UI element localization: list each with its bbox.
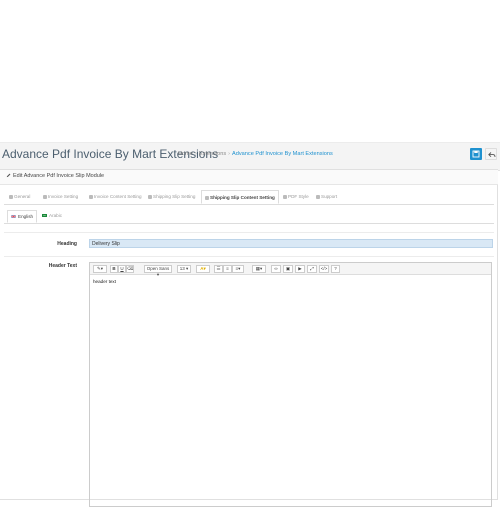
file-icon [43,195,47,199]
rich-text-editor[interactable]: ✎▾ B U ⌫ Open Sans ▾ 13 ▾ A▾ ☰ ≡ ≡▾ ▦▾ ∞… [89,262,492,507]
font-family-dropdown[interactable]: Open Sans ▾ [144,265,172,273]
bold-button[interactable]: B [110,265,118,273]
paragraph-align-icon[interactable]: ≡▾ [232,265,244,273]
save-icon [472,150,480,158]
pdf-icon [283,195,287,199]
uk-flag-icon [11,215,16,218]
code-view-icon[interactable]: </> [319,265,329,273]
font-size-dropdown[interactable]: 13 ▾ [177,265,191,273]
editor-content[interactable]: header text [93,279,116,284]
gear-icon [9,195,13,199]
font-size-value: 13 [180,266,185,271]
tab-general[interactable]: General [9,190,30,203]
breadcrumb: Home›Extensions›Advance Pdf Invoice By M… [178,151,333,157]
pencil-icon [6,173,11,178]
back-button[interactable] [485,148,497,160]
page-header: Advance Pdf Invoice By Mart Extensions H… [0,142,500,171]
fullscreen-icon[interactable]: ⤢ [307,265,317,273]
ordered-list-icon[interactable]: ≡ [223,265,232,273]
magic-wand-button[interactable]: ✎▾ [93,265,107,273]
heading-input[interactable]: Delivery Slip [89,239,493,248]
breadcrumb-home[interactable]: Home [178,151,193,157]
edit-panel: Edit Advance Pdf Invoice Slip Module Gen… [0,169,498,500]
tab-shipping-slip-setting[interactable]: Shipping Slip Setting [148,190,195,203]
language-tabs: English Arabic [4,210,494,224]
breadcrumb-current[interactable]: Advance Pdf Invoice By Mart Extensions [232,151,333,157]
video-icon[interactable]: ▶ [295,265,305,273]
tab-support[interactable]: Support [316,190,337,203]
heading-label: Heading [57,241,77,247]
panel-title: Edit Advance Pdf Invoice Slip Module [13,173,104,179]
reply-icon [488,151,496,159]
picture-icon[interactable]: ▣ [283,265,293,273]
text-color-button[interactable]: A▾ [196,265,210,273]
file-text-icon [89,195,93,199]
save-button[interactable] [470,148,482,160]
settings-tabs: General Invoice Setting Invoice Content … [4,190,494,205]
underline-button[interactable]: U [118,265,126,273]
form-divider [4,232,494,233]
breadcrumb-extensions[interactable]: Extensions [199,151,226,157]
breadcrumb-separator: › [228,151,230,157]
table-icon[interactable]: ▦▾ [252,265,266,273]
form-divider [4,256,494,257]
unordered-list-icon[interactable]: ☰ [214,265,223,273]
help-icon[interactable]: ? [331,265,340,273]
eraser-icon[interactable]: ⌫ [126,265,134,273]
breadcrumb-separator: › [195,151,197,157]
tab-invoice-setting[interactable]: Invoice Setting [43,190,78,203]
font-family-value: Open Sans [147,266,170,271]
editor-toolbar: ✎▾ B U ⌫ Open Sans ▾ 13 ▾ A▾ ☰ ≡ ≡▾ ▦▾ ∞… [90,263,491,275]
tab-invoice-content-setting[interactable]: Invoice Content Setting [89,190,142,203]
truck-icon [148,195,152,199]
header-text-label: Header Text [49,263,77,269]
saudi-flag-icon [42,214,47,217]
tab-pdf-style[interactable]: PDF Style [283,190,309,203]
tab-language-english[interactable]: English [7,210,37,223]
panel-heading: Edit Advance Pdf Invoice Slip Module [0,170,498,185]
tab-shipping-slip-content-setting[interactable]: Shipping Slip Content Setting [201,190,279,204]
truck-text-icon [205,196,209,200]
link-icon[interactable]: ∞ [271,265,281,273]
tab-language-arabic[interactable]: Arabic [42,210,62,222]
support-icon [316,195,320,199]
